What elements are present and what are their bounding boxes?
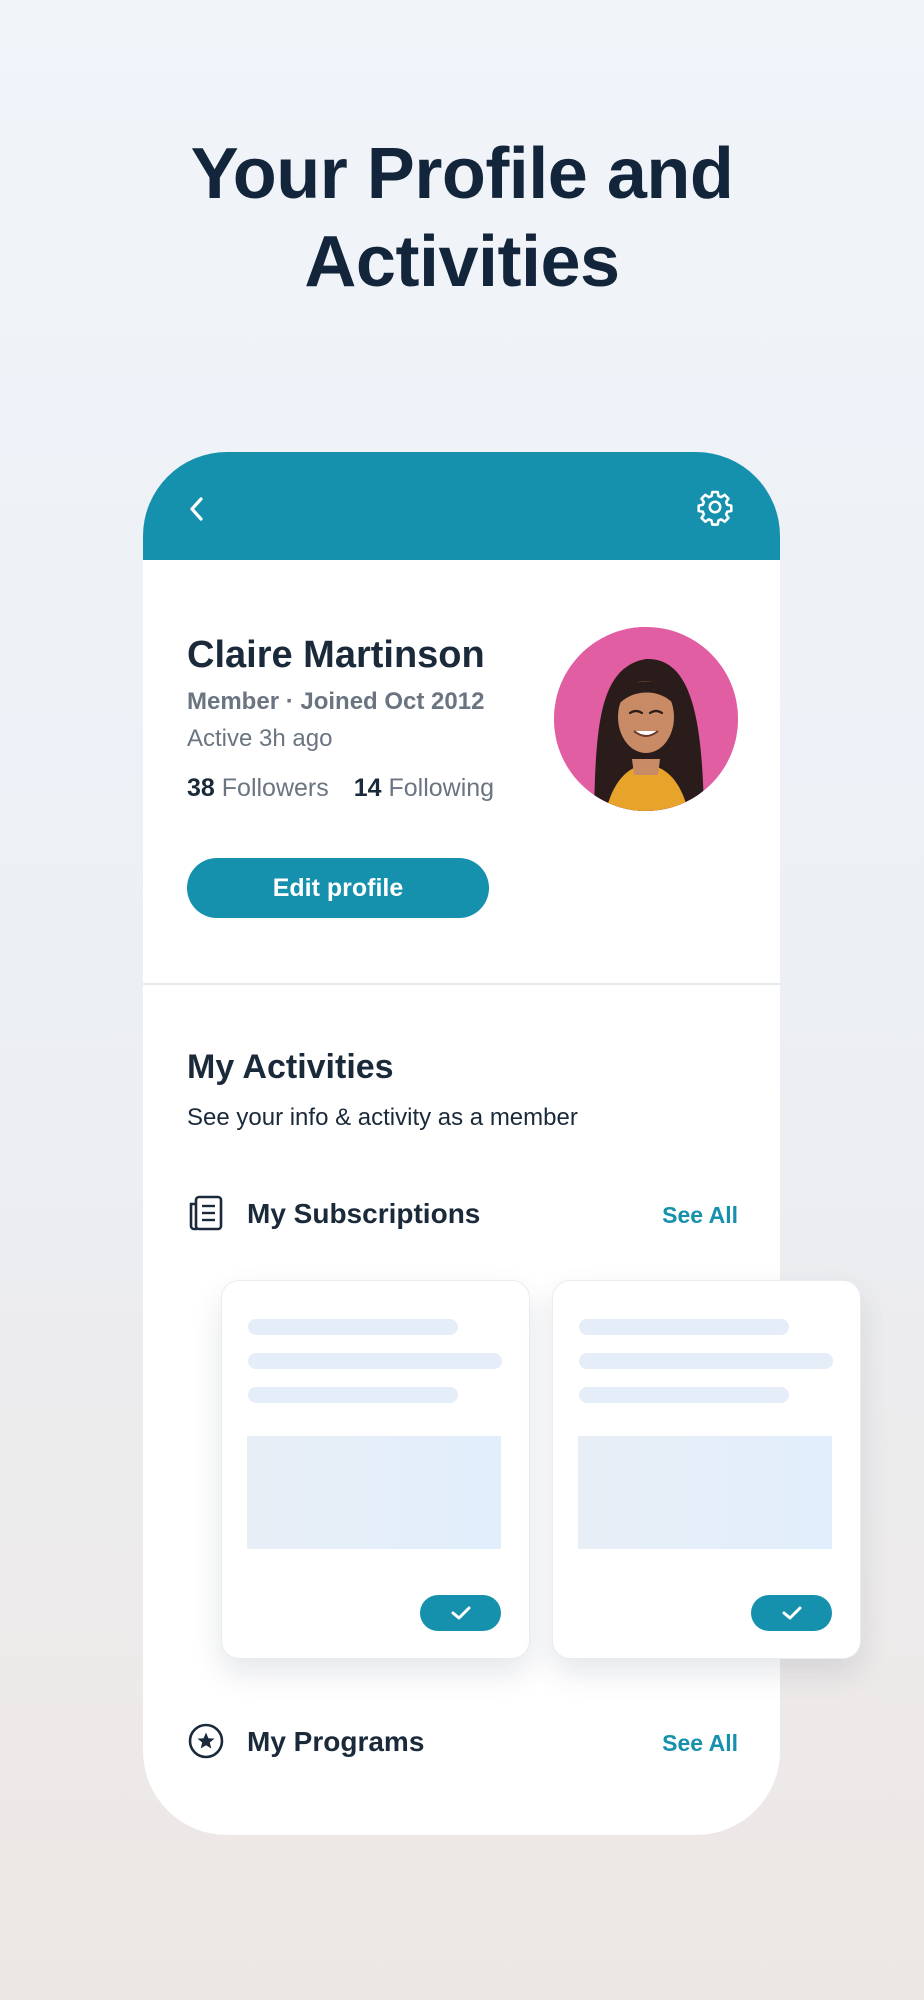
profile-membership: Member · Joined Oct 2012	[187, 688, 485, 715]
skeleton-line	[248, 1353, 502, 1369]
chevron-left-icon	[190, 497, 203, 521]
star-badge-icon	[187, 1722, 225, 1760]
edit-profile-button[interactable]: Edit profile	[187, 858, 489, 918]
subscribed-toggle[interactable]	[420, 1595, 501, 1631]
check-icon	[451, 1606, 470, 1620]
profile-last-active: Active 3h ago	[187, 725, 333, 752]
headline-line-1: Your Profile and	[190, 134, 734, 214]
top-bar	[143, 452, 780, 560]
page-headline: Your Profile and Activities	[0, 130, 924, 306]
skeleton-line	[248, 1319, 458, 1335]
avatar-photo	[554, 627, 738, 811]
skeleton-image	[578, 1436, 832, 1549]
newspaper-icon	[187, 1194, 225, 1232]
avatar	[554, 627, 738, 811]
profile-name: Claire Martinson	[187, 634, 485, 676]
activities-subtitle: See your info & activity as a member	[187, 1104, 578, 1131]
subscriptions-label[interactable]: My Subscriptions	[247, 1198, 480, 1230]
subscriptions-see-all[interactable]: See All	[662, 1202, 738, 1229]
skeleton-line	[579, 1353, 833, 1369]
subscribed-toggle[interactable]	[751, 1595, 832, 1631]
settings-button[interactable]	[696, 488, 734, 526]
skeleton-line	[579, 1387, 789, 1403]
subscription-card[interactable]	[221, 1280, 530, 1659]
subscription-card[interactable]	[552, 1280, 861, 1659]
headline-line-2: Activities	[304, 222, 620, 302]
following-count: 14	[353, 774, 382, 802]
followers-label[interactable]: Followers	[222, 774, 329, 802]
activities-title: My Activities	[187, 1048, 394, 1086]
programs-label[interactable]: My Programs	[247, 1726, 424, 1758]
following-label[interactable]: Following	[388, 774, 494, 802]
programs-see-all[interactable]: See All	[662, 1730, 738, 1757]
skeleton-line	[248, 1387, 458, 1403]
follow-stats: 38 Followers 14 Following	[187, 774, 494, 803]
skeleton-line	[579, 1319, 789, 1335]
check-icon	[782, 1606, 801, 1620]
section-divider	[143, 983, 780, 985]
gear-icon	[697, 490, 733, 526]
back-button[interactable]	[183, 494, 213, 524]
skeleton-image	[247, 1436, 501, 1549]
followers-count: 38	[187, 774, 215, 802]
